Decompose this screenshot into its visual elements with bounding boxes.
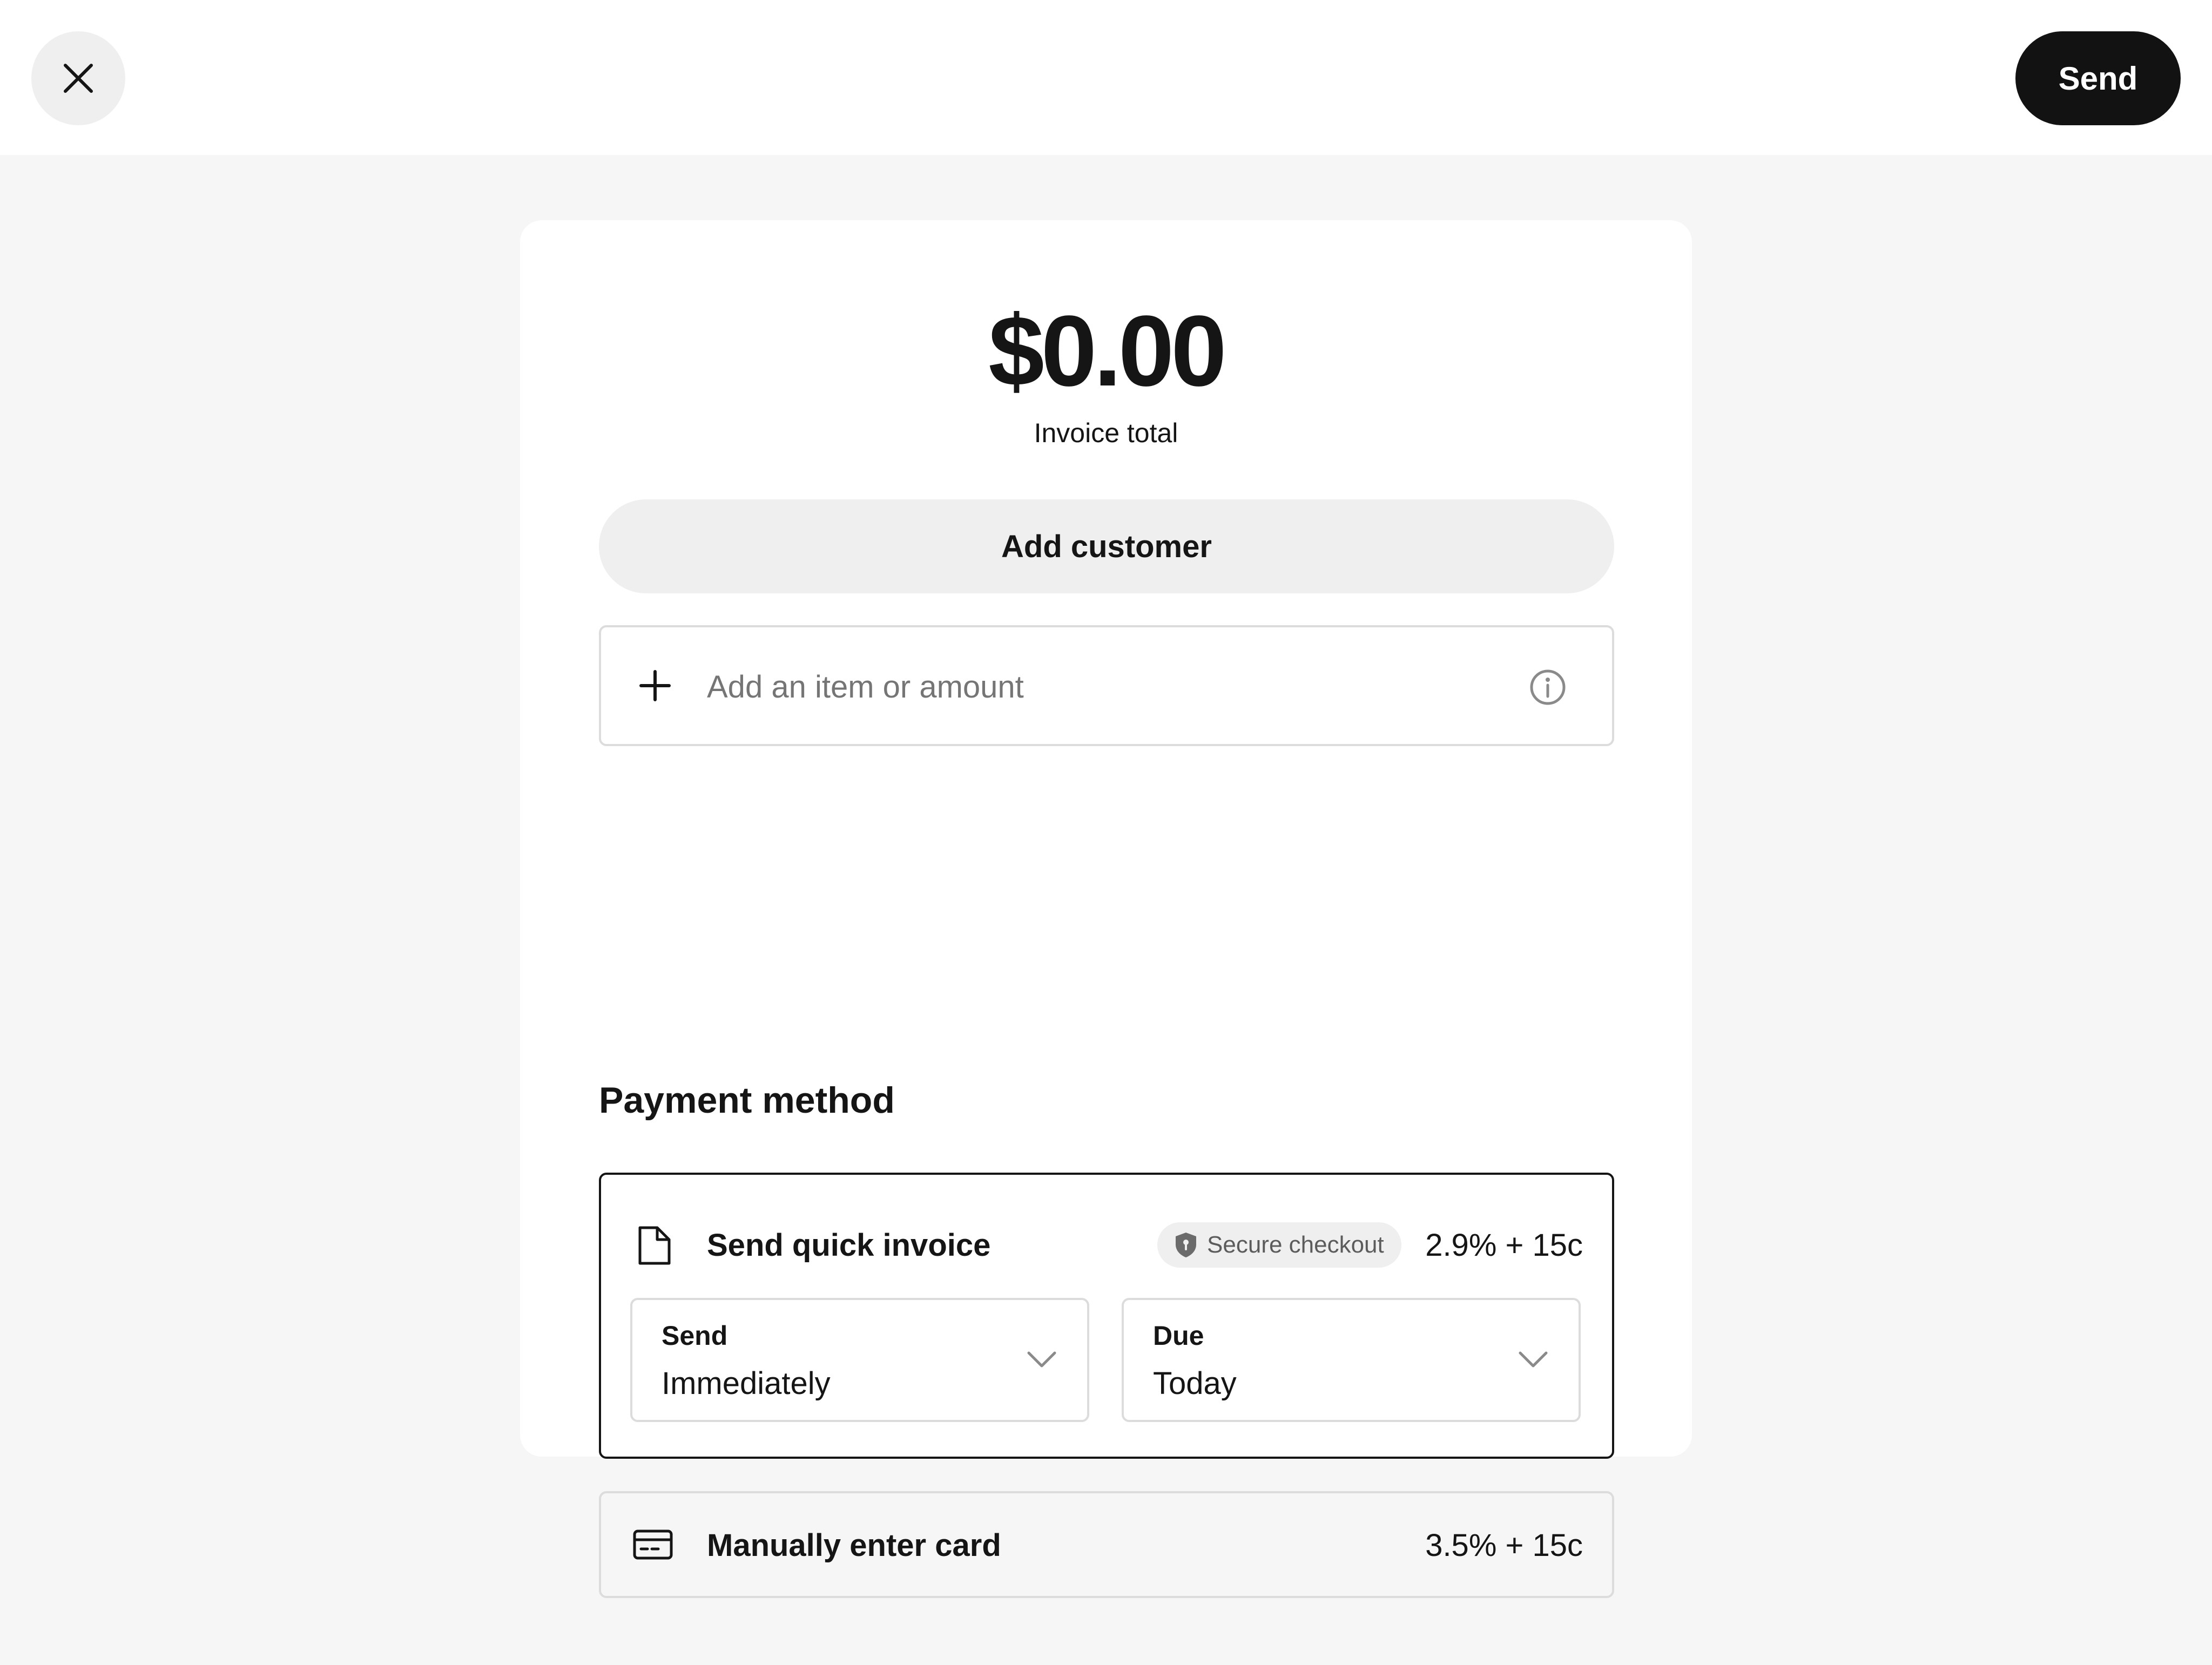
plus-icon[interactable]: [636, 666, 675, 705]
document-icon: [638, 1226, 671, 1265]
send-timing-label: Send: [662, 1321, 728, 1351]
invoice-card: $0.00 Invoice total Add customer Payment…: [520, 220, 1692, 1598]
top-bar: Send: [0, 0, 2212, 155]
payment-option-quick-invoice[interactable]: Send quick invoice Secure checkout 2.9% …: [599, 1173, 1614, 1459]
invoice-total-amount: $0.00: [988, 295, 1226, 407]
secure-checkout-badge: Secure checkout: [1157, 1222, 1401, 1268]
send-button[interactable]: Send: [2015, 31, 2181, 125]
add-item-input[interactable]: [707, 654, 1490, 719]
invoice-total-label: Invoice total: [1034, 418, 1178, 448]
close-button[interactable]: [31, 31, 125, 125]
add-customer-button[interactable]: Add customer: [599, 499, 1614, 593]
payment-option-manual-card[interactable]: Manually enter card 3.5% + 15c: [599, 1491, 1614, 1598]
payment-option-fee: 2.9% + 15c: [1425, 1228, 1583, 1263]
due-date-label: Due: [1153, 1321, 1204, 1351]
secure-checkout-label: Secure checkout: [1207, 1231, 1384, 1258]
close-icon: [64, 64, 93, 93]
due-date-select[interactable]: Due Today: [1122, 1298, 1581, 1422]
add-item-row[interactable]: [599, 625, 1614, 746]
chevron-down-icon: [1027, 1351, 1056, 1368]
due-date-value: Today: [1153, 1366, 1237, 1401]
payment-option-label: Manually enter card: [707, 1528, 1001, 1563]
info-icon[interactable]: [1529, 668, 1567, 706]
payment-option-fee: 3.5% + 15c: [1425, 1528, 1583, 1563]
chevron-down-icon: [1519, 1351, 1548, 1368]
payment-method-heading: Payment method: [599, 1080, 895, 1121]
credit-card-icon: [633, 1529, 673, 1560]
send-timing-value: Immediately: [662, 1366, 831, 1401]
shield-icon: [1176, 1233, 1196, 1257]
send-timing-select[interactable]: Send Immediately: [630, 1298, 1089, 1422]
payment-option-label: Send quick invoice: [707, 1228, 991, 1263]
